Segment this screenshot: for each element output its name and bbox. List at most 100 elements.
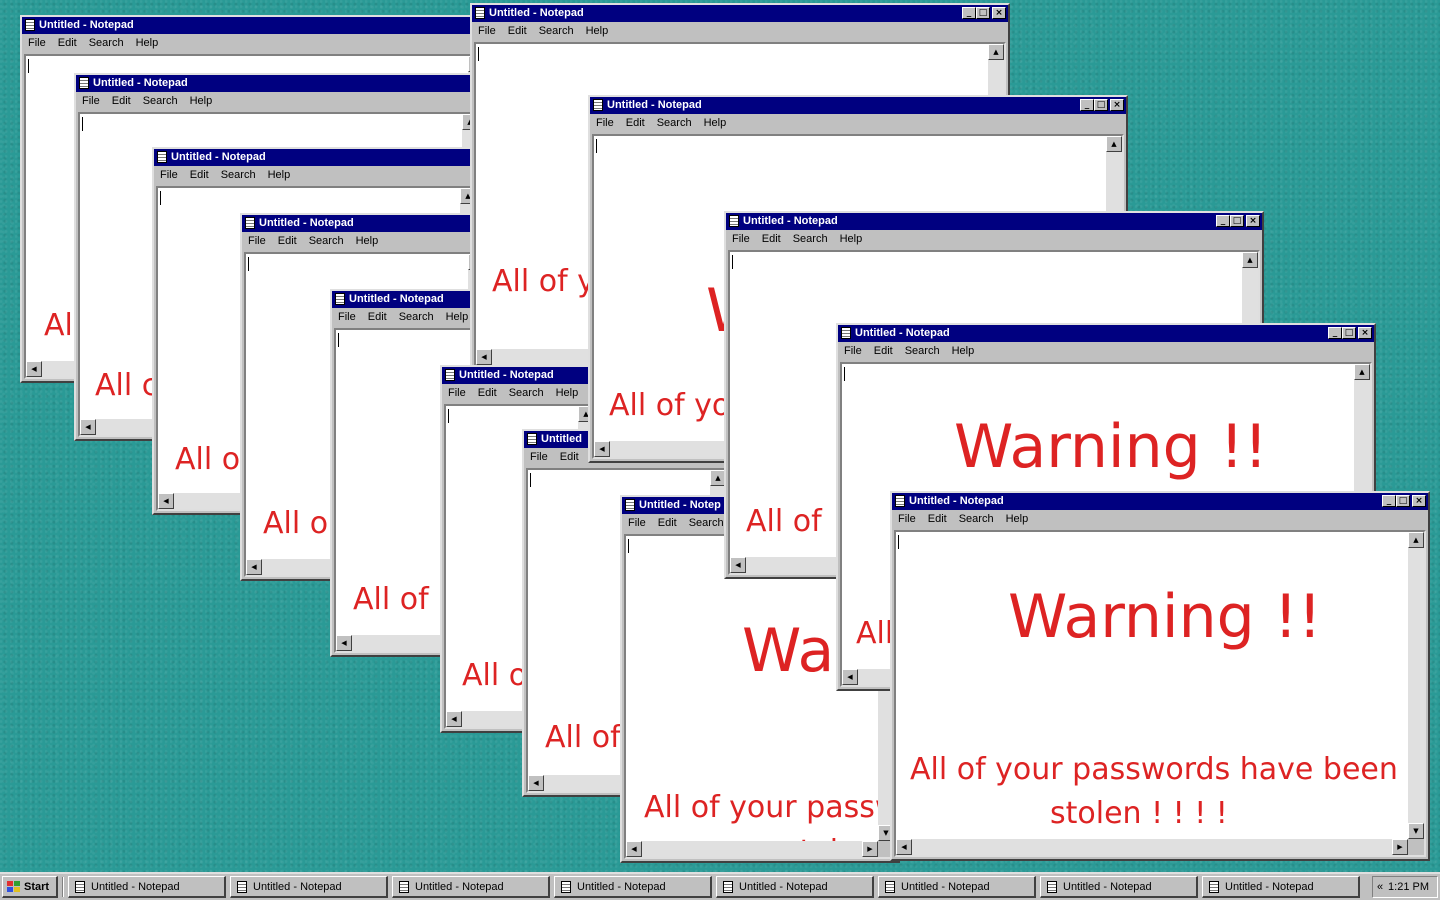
scroll-right-icon[interactable]: ▶ (862, 841, 878, 857)
menu-help[interactable]: Help (268, 169, 291, 181)
menu-search[interactable]: Search (689, 517, 724, 529)
scroll-left-icon[interactable]: ◀ (626, 841, 642, 857)
menu-search[interactable]: Search (143, 95, 178, 107)
scroll-left-icon[interactable]: ◀ (842, 669, 858, 685)
menu-edit[interactable]: Edit (278, 235, 297, 247)
menu-file[interactable]: File (732, 233, 750, 245)
menu-file[interactable]: File (82, 95, 100, 107)
title-bar[interactable]: Untitled - Notepad (154, 149, 480, 166)
menu-help[interactable]: Help (356, 235, 379, 247)
menu-edit[interactable]: Edit (58, 37, 77, 49)
minimize-icon[interactable]: _ (1216, 215, 1230, 227)
scroll-left-icon[interactable]: ◀ (446, 711, 462, 727)
maximize-icon[interactable]: □ (1342, 327, 1356, 339)
task-button[interactable]: Untitled - Notepad (554, 876, 712, 898)
minimize-icon[interactable]: _ (1382, 495, 1396, 507)
menu-edit[interactable]: Edit (762, 233, 781, 245)
menu-edit[interactable]: Edit (658, 517, 677, 529)
menu-help[interactable]: Help (446, 311, 469, 323)
menu-edit[interactable]: Edit (626, 117, 645, 129)
close-icon[interactable]: × (1358, 327, 1372, 339)
scroll-left-icon[interactable]: ◀ (594, 441, 610, 457)
close-icon[interactable]: × (1246, 215, 1260, 227)
title-bar[interactable]: Untitled - Notepad (22, 17, 488, 34)
maximize-icon[interactable]: □ (976, 7, 990, 19)
menu-file[interactable]: File (844, 345, 862, 357)
close-icon[interactable]: × (1412, 495, 1426, 507)
menu-search[interactable]: Search (221, 169, 256, 181)
menu-edit[interactable]: Edit (112, 95, 131, 107)
scroll-left-icon[interactable]: ◀ (158, 493, 174, 509)
scroll-up-icon[interactable]: ▲ (1354, 364, 1370, 380)
menu-file[interactable]: File (898, 513, 916, 525)
horizontal-scrollbar[interactable]: ◀▶ (626, 841, 878, 857)
scroll-down-icon[interactable]: ▼ (1408, 823, 1424, 839)
menu-help[interactable]: Help (952, 345, 975, 357)
minimize-icon[interactable]: _ (962, 7, 976, 19)
task-button[interactable]: Untitled - Notepad (68, 876, 226, 898)
title-bar[interactable]: Untitled - Notepad (242, 215, 488, 232)
close-icon[interactable]: × (1110, 99, 1124, 111)
minimize-icon[interactable]: _ (1328, 327, 1342, 339)
scroll-left-icon[interactable]: ◀ (336, 635, 352, 651)
task-button[interactable]: Untitled - Notepad (230, 876, 388, 898)
menu-help[interactable]: Help (840, 233, 863, 245)
vertical-scrollbar[interactable]: ▲▼ (1408, 532, 1424, 839)
menu-search[interactable]: Search (793, 233, 828, 245)
scroll-left-icon[interactable]: ◀ (80, 419, 96, 435)
title-bar[interactable]: Untitled - Notepad _ □ × (590, 97, 1126, 114)
close-icon[interactable]: × (992, 7, 1006, 19)
menu-file[interactable]: File (628, 517, 646, 529)
title-bar[interactable]: Untitled - Notepad _ □ × (726, 213, 1262, 230)
scroll-left-icon[interactable]: ◀ (896, 839, 912, 855)
menu-search[interactable]: Search (539, 25, 574, 37)
menu-file[interactable]: File (448, 387, 466, 399)
notepad-window[interactable]: Untitled - Notepad _□× File Edit Search Help W… (890, 491, 1430, 861)
menu-edit[interactable]: Edit (874, 345, 893, 357)
menu-search[interactable]: Search (657, 117, 692, 129)
minimize-icon[interactable]: _ (1080, 99, 1094, 111)
menu-file[interactable]: File (338, 311, 356, 323)
scroll-up-icon[interactable]: ▲ (1242, 252, 1258, 268)
menu-search[interactable]: Search (89, 37, 124, 49)
title-bar[interactable]: Untitled - Notepad _ □ × (892, 493, 1428, 510)
scroll-left-icon[interactable]: ◀ (26, 361, 42, 377)
scroll-left-icon[interactable]: ◀ (528, 775, 544, 791)
menu-search[interactable]: Search (399, 311, 434, 323)
menu-edit[interactable]: Edit (478, 387, 497, 399)
maximize-icon[interactable]: □ (1396, 495, 1410, 507)
start-button[interactable]: Start (2, 876, 58, 898)
menu-edit[interactable]: Edit (560, 451, 579, 463)
menu-help[interactable]: Help (556, 387, 579, 399)
maximize-icon[interactable]: □ (1094, 99, 1108, 111)
menu-help[interactable]: Help (586, 25, 609, 37)
menu-file[interactable]: File (530, 451, 548, 463)
scroll-left-icon[interactable]: ◀ (246, 559, 262, 575)
scroll-up-icon[interactable]: ▲ (1106, 136, 1122, 152)
menu-search[interactable]: Search (309, 235, 344, 247)
scroll-up-icon[interactable]: ▲ (1408, 532, 1424, 548)
scroll-left-icon[interactable]: ◀ (476, 349, 492, 365)
menu-search[interactable]: Search (509, 387, 544, 399)
menu-help[interactable]: Help (704, 117, 727, 129)
menu-file[interactable]: File (160, 169, 178, 181)
task-button[interactable]: Untitled - Notepad (1202, 876, 1360, 898)
menu-file[interactable]: File (478, 25, 496, 37)
menu-file[interactable]: File (28, 37, 46, 49)
title-bar[interactable]: Untitled - Notepad (442, 367, 598, 384)
task-button[interactable]: Untitled - Notepad (878, 876, 1036, 898)
menu-file[interactable]: File (596, 117, 614, 129)
clock[interactable]: 1:21 PM (1388, 881, 1429, 893)
menu-edit[interactable]: Edit (368, 311, 387, 323)
title-bar[interactable]: Untitled - Notepad _ □ × (472, 5, 1008, 22)
task-button[interactable]: Untitled - Notepad (1040, 876, 1198, 898)
menu-edit[interactable]: Edit (928, 513, 947, 525)
menu-help[interactable]: Help (190, 95, 213, 107)
title-bar[interactable]: Untitled - Notepad (76, 75, 482, 92)
menu-search[interactable]: Search (905, 345, 940, 357)
maximize-icon[interactable]: □ (1230, 215, 1244, 227)
menu-edit[interactable]: Edit (508, 25, 527, 37)
horizontal-scrollbar[interactable]: ◀▶ (896, 839, 1408, 855)
task-button[interactable]: Untitled - Notepad (716, 876, 874, 898)
task-button[interactable]: Untitled - Notepad (392, 876, 550, 898)
